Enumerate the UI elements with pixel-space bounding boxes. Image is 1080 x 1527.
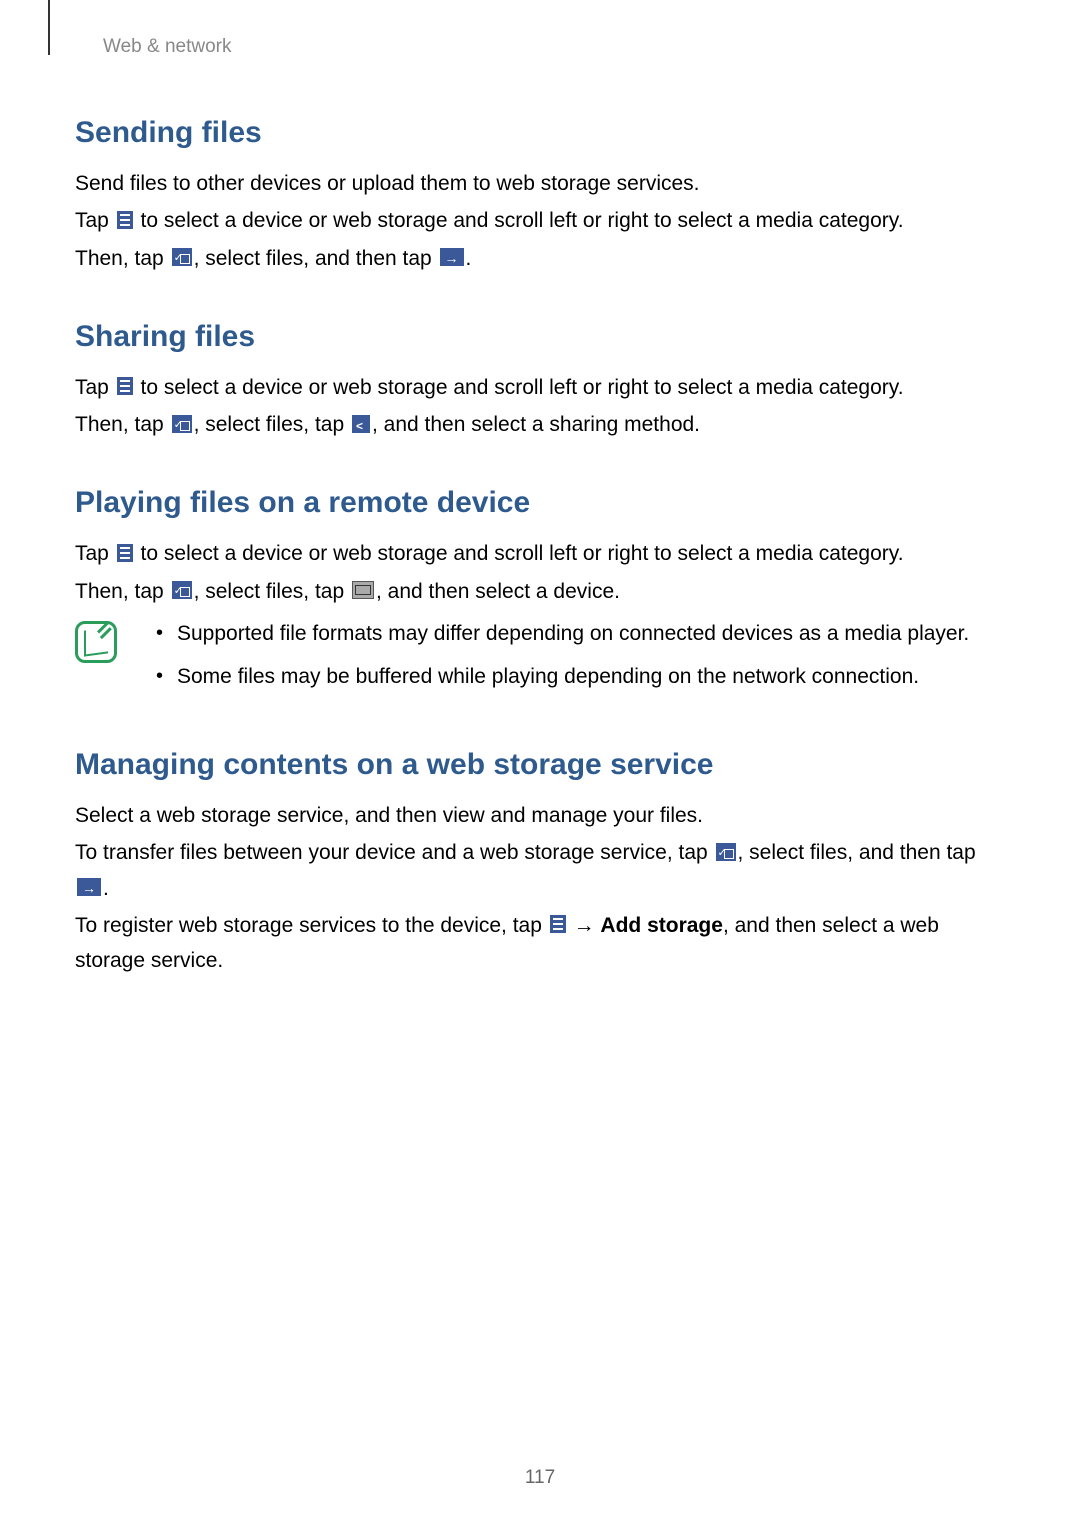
checkbox-icon [172,248,192,266]
text-fragment: To register web storage services to the … [75,914,548,937]
note-bullet-list: Supported file formats may differ depend… [153,617,1005,704]
text-fragment: , and then select a sharing method. [372,413,700,436]
breadcrumb: Web & network [103,36,1005,58]
bold-text: Add storage [600,914,723,937]
text-fragment: , select files, and then tap [738,841,976,864]
text-fragment: Tap [75,542,115,565]
text-fragment: , select files, tap [194,580,350,603]
menu-icon [117,544,133,562]
body-text: Then, tap , select files, tap , and then… [75,407,1005,442]
note-icon [75,621,117,663]
body-text: Then, tap , select files, and then tap . [75,241,1005,276]
menu-icon [117,377,133,395]
text-fragment: . [103,877,109,900]
menu-icon [117,211,133,229]
note-item: Some files may be buffered while playing… [153,660,1005,694]
note-item: Supported file formats may differ depend… [153,617,1005,651]
text-fragment: , select files, and then tap [194,247,438,270]
checkbox-icon [716,843,736,861]
body-text: Tap to select a device or web storage an… [75,536,1005,571]
play-device-icon [352,581,374,599]
text-fragment: to select a device or web storage and sc… [135,376,904,399]
arrow-symbol: → [568,914,601,937]
text-fragment: , and then select a device. [376,580,620,603]
text-fragment: Then, tap [75,247,170,270]
page-number: 117 [0,1467,1080,1489]
body-text: Send files to other devices or upload th… [75,166,1005,201]
body-text: Tap to select a device or web storage an… [75,370,1005,405]
send-arrow-icon [77,878,101,896]
page-content: Web & network Sending files Send files t… [0,0,1080,978]
section-playing-files: Playing files on a remote device Tap to … [75,486,1005,704]
body-text: Select a web storage service, and then v… [75,798,1005,833]
text-fragment: Then, tap [75,413,170,436]
page-edge-marker [48,0,50,55]
send-arrow-icon [440,248,464,266]
body-text: Tap to select a device or web storage an… [75,203,1005,238]
text-fragment: to select a device or web storage and sc… [135,209,904,232]
text-fragment: Tap [75,376,115,399]
section-sharing-files: Sharing files Tap to select a device or … [75,320,1005,443]
text-fragment: to select a device or web storage and sc… [135,542,904,565]
text-fragment: To transfer files between your device an… [75,841,714,864]
checkbox-icon [172,415,192,433]
body-text: To transfer files between your device an… [75,835,1005,906]
note-block: Supported file formats may differ depend… [75,617,1005,704]
heading-sending-files: Sending files [75,116,1005,150]
heading-playing-files: Playing files on a remote device [75,486,1005,520]
checkbox-icon [172,581,192,599]
menu-icon [550,915,566,933]
body-text: To register web storage services to the … [75,908,1005,979]
text-fragment: Then, tap [75,580,170,603]
text-fragment: . [466,247,472,270]
section-managing-contents: Managing contents on a web storage servi… [75,748,1005,978]
heading-managing-contents: Managing contents on a web storage servi… [75,748,1005,782]
text-fragment: , select files, tap [194,413,350,436]
section-sending-files: Sending files Send files to other device… [75,116,1005,276]
share-icon [352,415,370,433]
heading-sharing-files: Sharing files [75,320,1005,354]
body-text: Then, tap , select files, tap , and then… [75,574,1005,609]
text-fragment: Tap [75,209,115,232]
